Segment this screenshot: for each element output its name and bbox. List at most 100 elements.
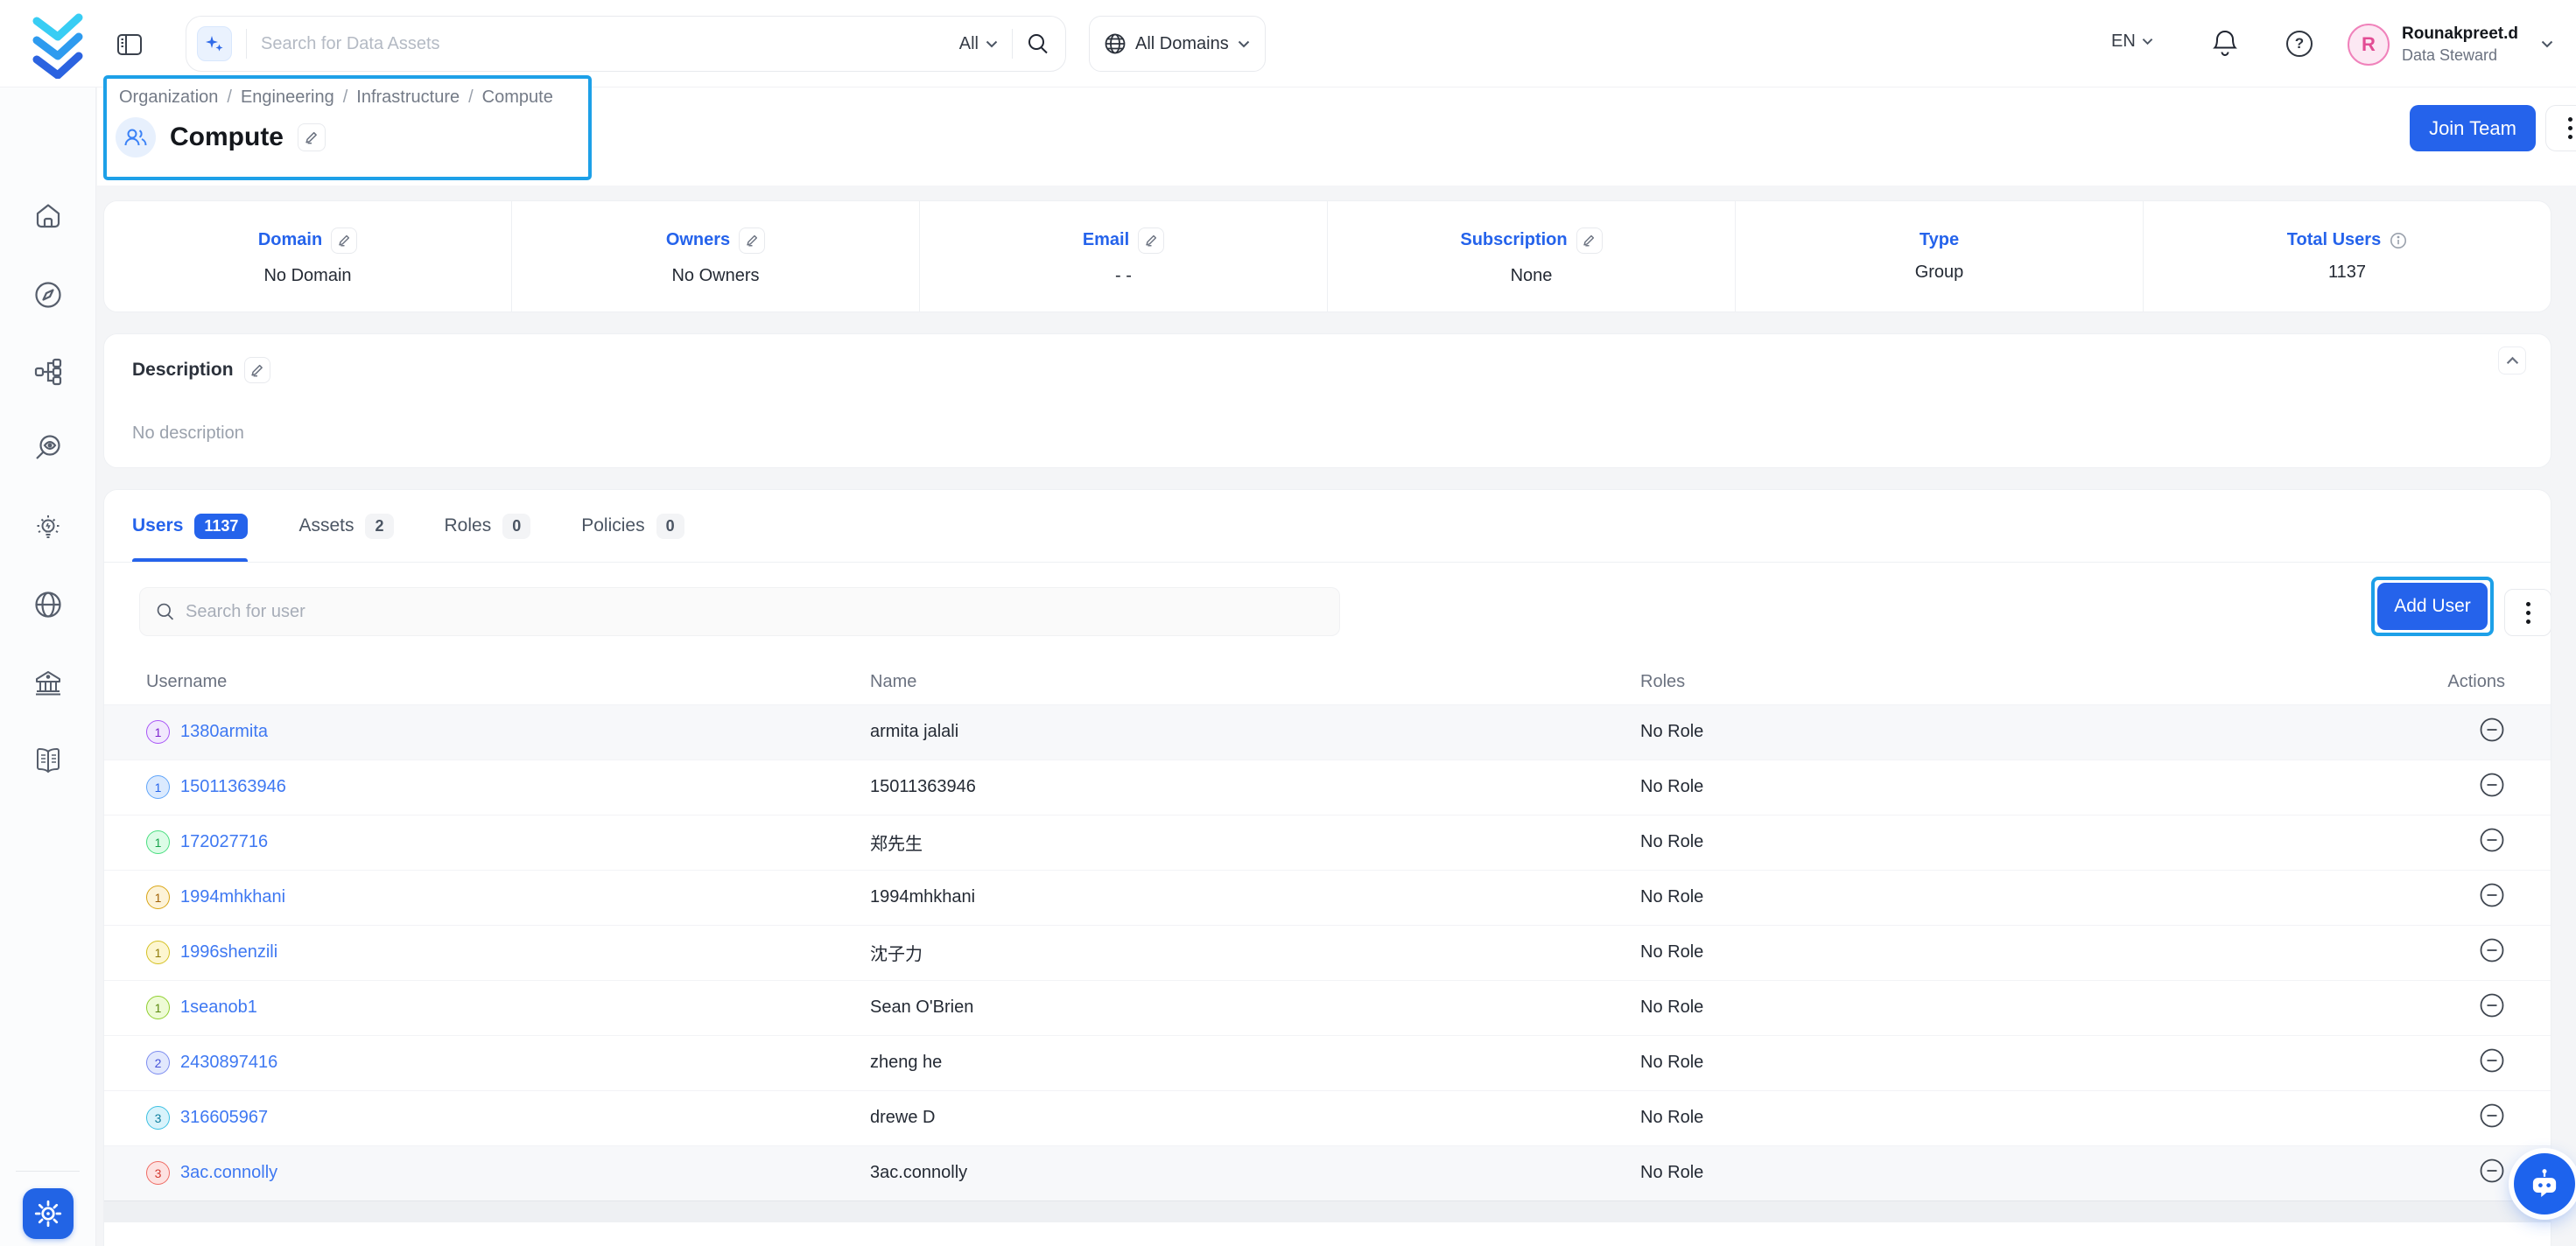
breadcrumb-separator: / <box>343 88 348 108</box>
observe-search-eye-icon[interactable] <box>33 434 63 464</box>
remove-user-button[interactable] <box>2479 937 2505 963</box>
subscription-value: None <box>1511 266 1553 286</box>
domains-globe-icon[interactable] <box>33 590 63 620</box>
user-search-box <box>139 587 1340 636</box>
search-scope-dropdown[interactable]: All <box>959 34 998 54</box>
lineage-graph-icon[interactable] <box>33 357 63 387</box>
column-header-roles: Roles <box>1640 661 2306 704</box>
user-display-name: 1994mhkhani <box>870 870 1640 925</box>
search-input[interactable] <box>261 34 959 54</box>
breadcrumb-item-organization[interactable]: Organization <box>119 88 218 108</box>
breadcrumb-item-infrastructure[interactable]: Infrastructure <box>356 88 460 108</box>
governance-bank-icon[interactable] <box>33 668 63 698</box>
join-team-button[interactable]: Join Team <box>2410 105 2536 151</box>
add-user-highlight-box: Add User <box>2371 577 2494 636</box>
glossary-book-icon[interactable] <box>33 746 63 775</box>
table-row: 115011363946 15011363946 No Role <box>104 760 2551 815</box>
username-link[interactable]: 172027716 <box>180 832 268 852</box>
username-link[interactable]: 15011363946 <box>180 777 286 797</box>
remove-user-button[interactable] <box>2479 1047 2505 1074</box>
remove-user-button[interactable] <box>2479 717 2505 743</box>
explore-compass-icon[interactable] <box>33 280 63 310</box>
table-next-row-edge <box>104 1200 2551 1222</box>
description-empty-text: No description <box>132 424 244 444</box>
all-domains-selector[interactable]: All Domains <box>1089 16 1266 72</box>
user-role: No Role <box>1640 704 2306 760</box>
ai-sparkle-icon[interactable] <box>197 26 232 61</box>
remove-user-button[interactable] <box>2479 772 2505 798</box>
language-selector[interactable]: EN <box>2111 32 2153 52</box>
username-link[interactable]: 2430897416 <box>180 1053 277 1073</box>
edit-description-button[interactable] <box>244 357 270 383</box>
left-nav-sidebar <box>0 88 96 1246</box>
user-search-input[interactable] <box>186 602 1323 622</box>
username-link[interactable]: 316605967 <box>180 1108 268 1128</box>
remove-user-button[interactable] <box>2479 882 2505 908</box>
robot-icon <box>2527 1166 2562 1201</box>
search-icon[interactable] <box>1027 32 1049 55</box>
username-link[interactable]: 1996shenzili <box>180 942 277 962</box>
table-row: 3316605967 drewe D No Role <box>104 1090 2551 1145</box>
group-properties-card: Domain No Domain Owners No Owners Email … <box>103 200 2551 312</box>
home-icon[interactable] <box>33 201 63 231</box>
search-divider <box>246 29 247 59</box>
tab-users-count: 1137 <box>194 514 248 539</box>
datahub-logo-icon[interactable] <box>32 10 88 79</box>
tab-assets[interactable]: Assets 2 <box>298 490 393 562</box>
edit-domain-button[interactable] <box>331 228 357 254</box>
user-display-name: 15011363946 <box>870 760 1640 815</box>
notifications-bell-icon[interactable] <box>2211 29 2239 59</box>
remove-user-button[interactable] <box>2479 1102 2505 1129</box>
tab-assets-label: Assets <box>298 515 354 536</box>
insights-lightbulb-icon[interactable] <box>33 513 63 542</box>
table-row: 1172027716 郑先生 No Role <box>104 815 2551 870</box>
breadcrumb-item-engineering[interactable]: Engineering <box>241 88 334 108</box>
user-role: Data Steward <box>2402 46 2518 66</box>
edit-subscription-button[interactable] <box>1576 228 1603 254</box>
top-navbar: All All Domains EN ? R Rounakpreet.d Dat… <box>0 0 2576 88</box>
edit-email-button[interactable] <box>1138 228 1164 254</box>
remove-user-button[interactable] <box>2479 827 2505 853</box>
column-header-username: Username <box>104 661 870 704</box>
info-icon[interactable] <box>2390 232 2407 249</box>
add-user-button[interactable]: Add User <box>2377 583 2488 630</box>
chat-assistant-button[interactable] <box>2514 1153 2575 1214</box>
avatar: R <box>2348 24 2390 66</box>
tab-policies[interactable]: Policies 0 <box>581 490 684 562</box>
description-card: Description No description <box>103 333 2551 468</box>
user-role: No Role <box>1640 1145 2306 1200</box>
remove-user-button[interactable] <box>2479 1158 2505 1184</box>
pencil-icon <box>746 234 759 247</box>
search-divider <box>1012 29 1013 59</box>
header-more-options-button[interactable] <box>2545 105 2576 151</box>
tab-users[interactable]: Users 1137 <box>132 490 248 562</box>
field-owners: Owners No Owners <box>511 201 919 312</box>
globe-icon <box>1104 32 1127 55</box>
table-header-row: Username Name Roles Actions <box>104 661 2551 704</box>
user-role: No Role <box>1640 1035 2306 1090</box>
group-tabs-card: Users 1137 Assets 2 Roles 0 Policies 0 A… <box>103 489 2551 1246</box>
users-more-options-button[interactable] <box>2504 589 2551 636</box>
tab-roles[interactable]: Roles 0 <box>445 490 531 562</box>
help-button[interactable]: ? <box>2286 31 2313 57</box>
username-link[interactable]: 1994mhkhani <box>180 887 285 907</box>
username-link[interactable]: 1seanob1 <box>180 998 257 1018</box>
type-value: Group <box>1915 262 1964 283</box>
user-display-name: 3ac.connolly <box>870 1145 1640 1200</box>
edit-owners-button[interactable] <box>739 228 765 254</box>
breadcrumb-item-compute[interactable]: Compute <box>482 88 553 108</box>
collapse-description-button[interactable] <box>2498 346 2526 374</box>
tab-roles-label: Roles <box>445 515 492 536</box>
settings-gear-button[interactable] <box>23 1188 74 1239</box>
user-display-name: armita jalali <box>870 704 1640 760</box>
breadcrumb-separator: / <box>227 88 232 108</box>
edit-title-button[interactable] <box>298 123 326 151</box>
table-row: 11996shenzili 沈子力 No Role <box>104 925 2551 980</box>
sidebar-toggle-icon[interactable] <box>116 32 143 58</box>
remove-user-button[interactable] <box>2479 992 2505 1018</box>
avatar: 1 <box>146 886 170 909</box>
search-icon <box>156 602 175 621</box>
username-link[interactable]: 3ac.connolly <box>180 1163 277 1183</box>
user-menu[interactable]: R Rounakpreet.d Data Steward <box>2348 23 2553 66</box>
username-link[interactable]: 1380armita <box>180 722 268 742</box>
